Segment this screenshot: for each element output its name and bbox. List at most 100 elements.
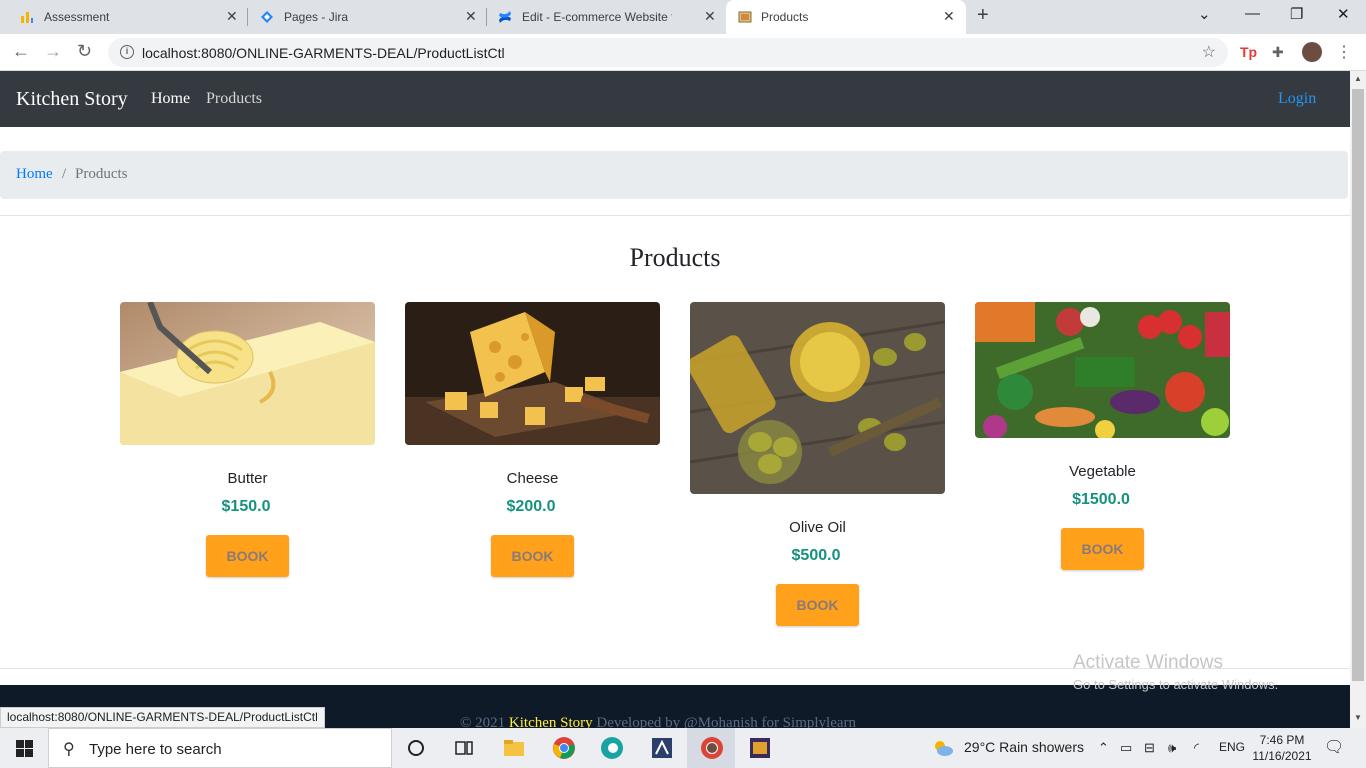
footer-prefix: © 2021: [460, 715, 509, 728]
game-app-icon[interactable]: [748, 736, 772, 760]
product-name: Vegetable: [1069, 463, 1136, 480]
forward-arrow-icon[interactable]: →: [44, 41, 62, 62]
product-price: $200.0: [506, 498, 556, 515]
tab-label: Pages - Jira: [284, 10, 349, 24]
login-link[interactable]: Login: [1278, 90, 1316, 108]
tray-network-icon[interactable]: ⊟: [1144, 740, 1155, 756]
chart-bars-icon: [21, 12, 33, 23]
close-tab-icon[interactable]: ✕: [226, 8, 238, 25]
product-image-butter[interactable]: [120, 302, 375, 445]
url-text[interactable]: localhost:8080/ONLINE-GARMENTS-DEAL/Prod…: [142, 45, 505, 61]
tray-chevron-icon[interactable]: ⌃: [1098, 740, 1109, 756]
chrome-profile-icon[interactable]: [700, 736, 724, 760]
butter-image: [120, 302, 375, 445]
book-button[interactable]: BOOK: [1061, 528, 1144, 570]
tab-label: Assessment: [44, 10, 110, 24]
tab-label: Products: [761, 10, 809, 24]
language-indicator[interactable]: ENG: [1219, 740, 1245, 754]
scroll-thumb[interactable]: [1352, 89, 1364, 681]
navbar-brand[interactable]: Kitchen Story: [16, 88, 128, 111]
divider: [0, 215, 1350, 216]
scroll-down-arrow-icon[interactable]: ▼: [1354, 713, 1362, 722]
breadcrumb-current: Products: [75, 166, 128, 182]
breadcrumb-separator: /: [62, 166, 67, 182]
product-card-cheese: Cheese $200.0 BOOK: [405, 302, 660, 582]
product-price: $150.0: [221, 498, 271, 515]
product-name: Olive Oil: [789, 519, 846, 536]
product-image-olive-oil[interactable]: [690, 302, 945, 494]
jira-icon: [261, 11, 273, 23]
cortana-icon[interactable]: [404, 736, 428, 760]
tab-products[interactable]: Products ✕: [726, 0, 966, 34]
nav-link-home[interactable]: Home: [151, 90, 190, 108]
eclipse-ide-icon[interactable]: [650, 736, 674, 760]
volume-icon[interactable]: 🕪: [1168, 740, 1176, 756]
puzzle-extensions-icon[interactable]: ✚: [1272, 44, 1284, 61]
new-tab-button[interactable]: +: [977, 4, 989, 27]
windows-start-icon[interactable]: [16, 740, 33, 757]
confluence-icon: [499, 11, 511, 23]
product-name: Cheese: [506, 470, 559, 487]
page-content: Kitchen Story Home Products Login Home /…: [0, 71, 1350, 728]
tab-assessment[interactable]: Assessment ✕: [0, 0, 246, 34]
extension-tp-icon[interactable]: Tp: [1240, 44, 1257, 60]
clock-time: 7:46 PM: [1259, 733, 1305, 747]
activate-windows-title: Activate Windows: [1073, 652, 1223, 673]
breadcrumb-home-link[interactable]: Home: [16, 166, 53, 183]
site-navbar: Kitchen Story Home Products Login: [0, 71, 1350, 127]
product-image-cheese[interactable]: [405, 302, 660, 445]
olive-oil-image: [690, 302, 945, 494]
nav-link-products[interactable]: Products: [206, 90, 262, 108]
link-status-bubble: localhost:8080/ONLINE-GARMENTS-DEAL/Prod…: [0, 707, 325, 728]
browser-tab-bar: Assessment ✕ Pages - Jira ✕ Edit - E-com…: [0, 0, 1366, 34]
tab-confluence[interactable]: Edit - E-commerce Website for Ki ✕: [478, 0, 724, 34]
product-card-vegetable: Vegetable $1500.0 BOOK: [975, 302, 1230, 577]
reload-icon[interactable]: ↻: [77, 41, 92, 62]
book-button[interactable]: BOOK: [776, 584, 859, 626]
profile-avatar[interactable]: [1302, 42, 1322, 62]
close-tab-icon[interactable]: ✕: [704, 8, 716, 25]
book-button[interactable]: BOOK: [206, 535, 289, 577]
wifi-icon[interactable]: ◜: [1194, 740, 1199, 756]
weather-text[interactable]: 29°C Rain showers: [964, 739, 1084, 755]
system-clock[interactable]: 7:46 PM 11/16/2021: [1252, 732, 1312, 764]
footer-suffix: Developed by @Mohanish for Simplylearn: [592, 715, 857, 728]
minimize-button[interactable]: —: [1245, 5, 1260, 22]
clock-date: 11/16/2021: [1252, 749, 1312, 763]
address-bar[interactable]: i localhost:8080/ONLINE-GARMENTS-DEAL/Pr…: [108, 38, 1228, 67]
footer-brand: Kitchen Story: [508, 715, 593, 728]
page-favicon: [738, 11, 752, 23]
task-view-icon[interactable]: [452, 736, 476, 760]
menu-dots-icon[interactable]: ⋮: [1336, 42, 1352, 62]
file-explorer-icon[interactable]: [502, 736, 526, 760]
close-tab-icon[interactable]: ✕: [465, 8, 477, 25]
notification-icon[interactable]: 🗨: [1324, 737, 1344, 757]
close-window-button[interactable]: ✕: [1337, 5, 1350, 23]
back-arrow-icon[interactable]: ←: [12, 41, 30, 62]
chrome-icon[interactable]: [552, 736, 576, 760]
scroll-up-arrow-icon[interactable]: ▲: [1354, 74, 1362, 83]
close-tab-icon[interactable]: ✕: [943, 8, 955, 25]
product-price: $500.0: [791, 547, 841, 564]
cheese-image: [405, 302, 660, 445]
browser-toolbar: ← → ↻ i localhost:8080/ONLINE-GARMENTS-D…: [0, 34, 1366, 71]
tab-search-chevron-icon[interactable]: ⌄: [1198, 5, 1211, 23]
tab-jira[interactable]: Pages - Jira ✕: [240, 0, 486, 34]
book-button[interactable]: BOOK: [491, 535, 574, 577]
bookmark-star-icon[interactable]: ☆: [1202, 42, 1216, 62]
product-card-olive-oil: Olive Oil $500.0 BOOK: [690, 302, 945, 632]
info-icon[interactable]: i: [120, 45, 134, 59]
footer-text: © 2021 Kitchen Story Developed by @Mohan…: [460, 715, 856, 728]
tray-battery-icon[interactable]: ▭: [1120, 740, 1132, 756]
product-name: Butter: [227, 470, 268, 487]
page-scrollbar[interactable]: ▲ ▼: [1350, 71, 1366, 728]
activate-windows-subtitle: Go to Settings to activate Windows.: [1073, 677, 1279, 692]
weather-cloud-icon[interactable]: [932, 738, 954, 758]
tab-label: Edit - E-commerce Website for Ki: [522, 10, 672, 24]
taskbar-search-box[interactable]: ⚲ Type here to search: [48, 728, 392, 768]
restore-button[interactable]: ❐: [1290, 5, 1303, 23]
product-image-vegetables[interactable]: [975, 302, 1230, 438]
vegetables-image: [975, 302, 1230, 438]
edge-icon[interactable]: [600, 736, 624, 760]
search-placeholder: Type here to search: [89, 741, 222, 758]
